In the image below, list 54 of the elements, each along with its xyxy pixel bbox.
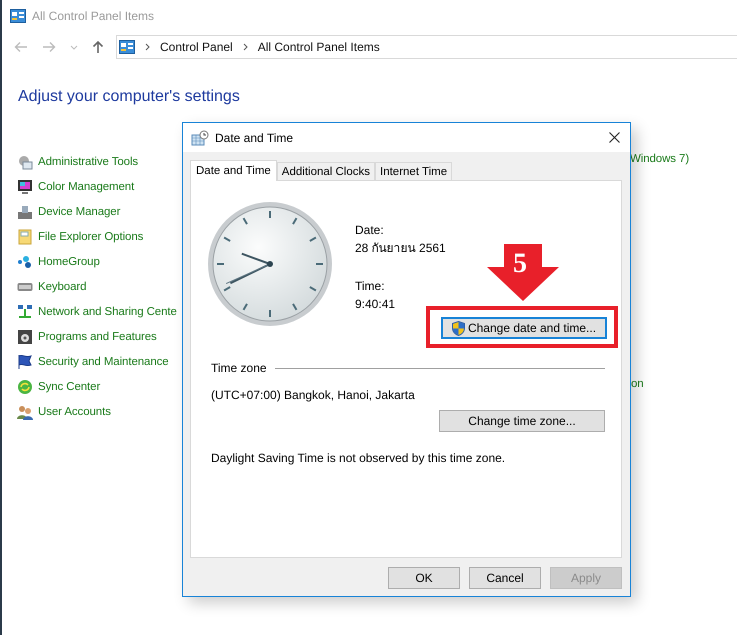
control-panel-link[interactable]: File Explorer Options bbox=[38, 231, 144, 243]
control-panel-link[interactable]: Windows 7) bbox=[630, 153, 690, 165]
control-panel-link[interactable]: User Accounts bbox=[38, 406, 111, 418]
dialog-button[interactable]: OK bbox=[388, 567, 460, 589]
back-arrow-icon[interactable] bbox=[14, 41, 28, 53]
control-panel-link[interactable]: Programs and Features bbox=[38, 331, 157, 343]
flag-icon bbox=[17, 354, 33, 370]
date-label: Date: bbox=[355, 222, 385, 239]
group-label: Time zone bbox=[211, 360, 267, 377]
breadcrumb[interactable]: All Control Panel Items bbox=[258, 40, 380, 54]
control-panel-link[interactable]: Sync Center bbox=[38, 381, 100, 393]
window-title: All Control Panel Items bbox=[32, 9, 154, 23]
control-panel-link[interactable]: Security and Maintenance bbox=[38, 356, 169, 368]
breadcrumb[interactable]: Control Panel bbox=[160, 40, 233, 54]
tab[interactable]: Internet Time bbox=[375, 162, 452, 180]
folder-options-icon bbox=[17, 229, 33, 245]
sync-icon bbox=[17, 379, 33, 395]
address-bar[interactable]: Control Panel All Control Panel Items bbox=[116, 35, 737, 59]
control-panel-link[interactable]: Device Manager bbox=[38, 206, 120, 218]
close-icon[interactable] bbox=[609, 132, 620, 143]
control-panel-link[interactable]: Network and Sharing Cente bbox=[38, 306, 177, 318]
chevron-down-icon[interactable] bbox=[70, 44, 78, 50]
control-panel-link[interactable]: Administrative Tools bbox=[38, 156, 138, 168]
down-arrow-icon bbox=[487, 244, 559, 301]
control-panel-icon bbox=[119, 40, 135, 54]
change-time-zone-button[interactable]: Change time zone... bbox=[439, 410, 605, 432]
forward-arrow-icon[interactable] bbox=[42, 41, 56, 53]
time-zone-value: (UTC+07:00) Bangkok, Hanoi, Jakarta bbox=[211, 387, 416, 404]
shield-icon bbox=[452, 320, 465, 336]
page-heading: Adjust your computer's settings bbox=[18, 88, 241, 106]
time-label: Time: bbox=[355, 278, 386, 295]
time-value: 9:40:41 bbox=[355, 296, 396, 313]
control-panel-link[interactable]: on bbox=[631, 378, 644, 390]
users-icon bbox=[17, 404, 33, 420]
calendar-clock-icon bbox=[191, 130, 209, 146]
homegroup-icon bbox=[17, 254, 33, 270]
dialog-button[interactable]: Cancel bbox=[469, 567, 541, 589]
control-panel-link[interactable]: Color Management bbox=[38, 181, 134, 193]
dst-note: Daylight Saving Time is not observed by this time zone. bbox=[211, 450, 506, 467]
tab[interactable]: Additional Clocks bbox=[276, 162, 376, 180]
programs-icon bbox=[17, 329, 33, 345]
up-arrow-icon[interactable] bbox=[92, 40, 104, 54]
network-icon bbox=[17, 304, 33, 320]
chevron-right-icon bbox=[145, 43, 150, 51]
chevron-right-icon bbox=[242, 43, 248, 51]
tab[interactable]: Date and Time bbox=[190, 160, 277, 181]
control-panel-icon bbox=[10, 9, 26, 23]
date-value: 28 กันยายน 2561 bbox=[355, 240, 447, 257]
step-number: 5 bbox=[513, 249, 527, 279]
control-panel-link[interactable]: HomeGroup bbox=[38, 256, 100, 268]
monitor-icon bbox=[17, 179, 33, 195]
dialog-title: Date and Time bbox=[215, 130, 294, 144]
control-panel-link[interactable]: Keyboard bbox=[38, 281, 86, 293]
change-date-button[interactable]: Change date and time... bbox=[441, 317, 607, 339]
